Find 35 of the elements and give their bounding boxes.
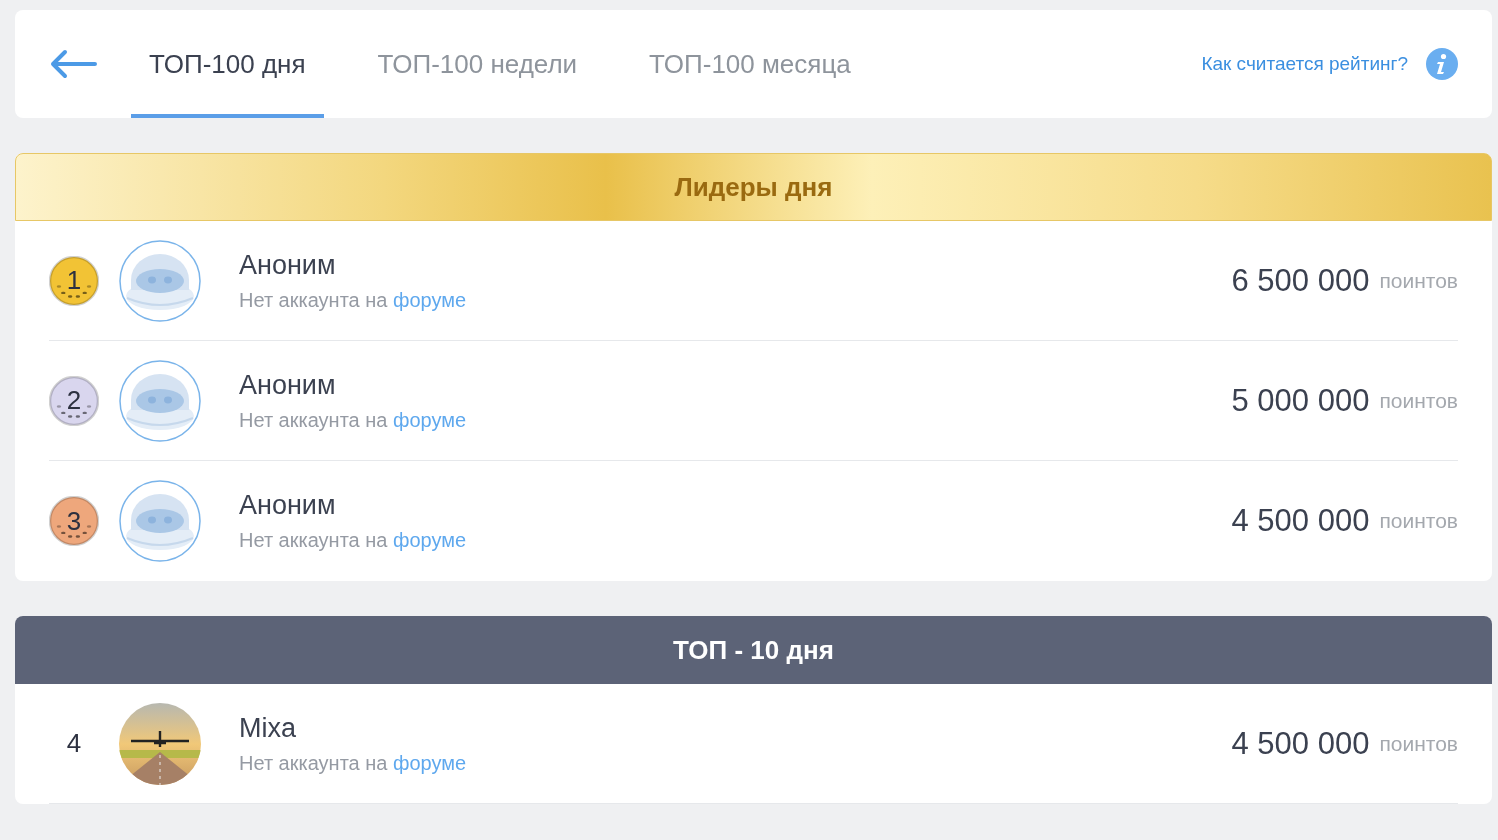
info-icon[interactable]	[1426, 48, 1458, 80]
period-tab[interactable]: ТОП-100 недели	[359, 10, 596, 118]
player-name: Аноним	[239, 369, 337, 401]
medal-icon	[49, 255, 99, 306]
points-unit: поинтов	[1379, 509, 1458, 533]
medal-icon	[49, 375, 99, 426]
forum-link[interactable]: форуме	[393, 408, 467, 431]
medal-icon	[49, 496, 99, 546]
rank-number: 2	[66, 385, 82, 416]
account-note: Нет аккаунта на форуме	[239, 529, 468, 552]
points-unit: поинтов	[1379, 268, 1458, 293]
back-arrow-icon[interactable]	[49, 49, 97, 79]
account-note: Нет аккаунта на форуме	[239, 288, 468, 312]
account-note: Нет аккаунта на форуме	[239, 408, 468, 432]
section-header: ТОП - 10 дня	[15, 616, 1492, 684]
rank-number: 1	[66, 265, 82, 296]
forum-link[interactable]: форуме	[393, 529, 467, 551]
period-tab[interactable]: ТОП-100 дня	[131, 10, 324, 118]
points-value: 4 500 000	[1231, 725, 1370, 762]
points-value: 6 500 000	[1231, 262, 1370, 299]
rank-number: 4	[66, 728, 82, 759]
player-name: Mixa	[239, 712, 297, 744]
account-note: Нет аккаунта на форуме	[239, 751, 468, 775]
forum-link[interactable]: форуме	[393, 751, 467, 774]
points-unit: поинтов	[1379, 731, 1458, 756]
points-unit: поинтов	[1379, 388, 1458, 413]
points-value: 5 000 000	[1231, 382, 1370, 419]
points-value: 4 500 000	[1231, 503, 1370, 539]
forum-link[interactable]: форуме	[393, 288, 467, 311]
player-name: Аноним	[239, 249, 337, 281]
rank-number: 3	[66, 505, 82, 537]
section-header: Лидеры дня	[15, 153, 1492, 221]
player-name: Аноним	[239, 490, 337, 521]
rating-help-link[interactable]: Как считается рейтинг?	[1201, 53, 1408, 75]
period-tab[interactable]: ТОП-100 месяца	[631, 10, 869, 118]
